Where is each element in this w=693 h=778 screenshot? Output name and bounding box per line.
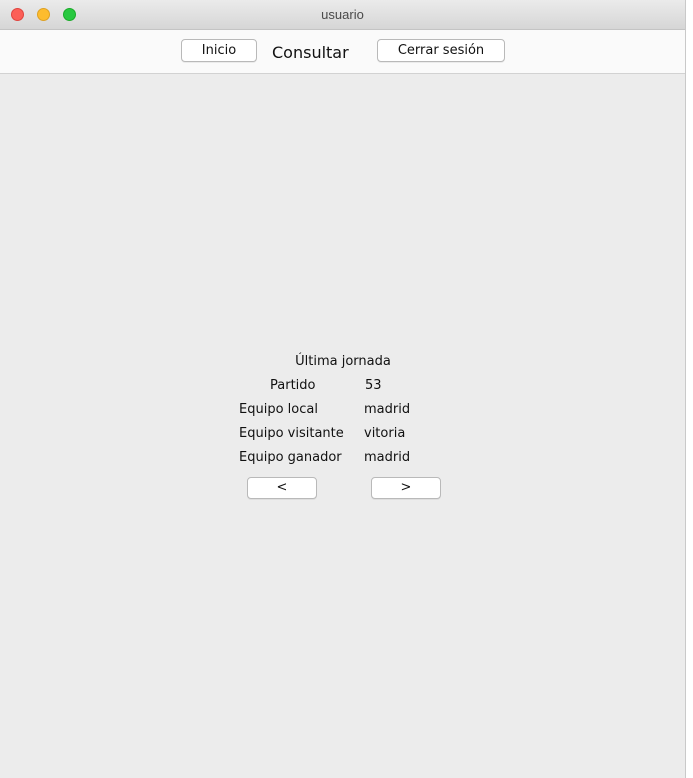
main-content: Última jornada Partido 53 Equipo local m… (0, 74, 685, 778)
title-bar[interactable]: usuario (0, 0, 685, 30)
equipo-visitante-value: vitoria (364, 426, 406, 441)
equipo-visitante-label: Equipo visitante (239, 426, 344, 441)
toolbar: Inicio Consultar Cerrar sesión (0, 30, 685, 74)
inicio-button[interactable]: Inicio (181, 39, 257, 62)
partido-label: Partido (270, 378, 316, 393)
equipo-ganador-label: Equipo ganador (239, 450, 342, 465)
panel-title: Última jornada (295, 354, 391, 369)
equipo-local-value: madrid (364, 402, 411, 417)
consultar-label: Consultar (272, 43, 349, 62)
previous-button[interactable]: < (247, 477, 317, 499)
cerrar-sesion-button[interactable]: Cerrar sesión (377, 39, 505, 62)
next-button[interactable]: > (371, 477, 441, 499)
app-window: usuario Inicio Consultar Cerrar sesión Ú… (0, 0, 686, 778)
partido-value: 53 (365, 378, 382, 393)
window-title: usuario (321, 7, 364, 22)
equipo-local-label: Equipo local (239, 402, 318, 417)
equipo-ganador-value: madrid (364, 450, 411, 465)
